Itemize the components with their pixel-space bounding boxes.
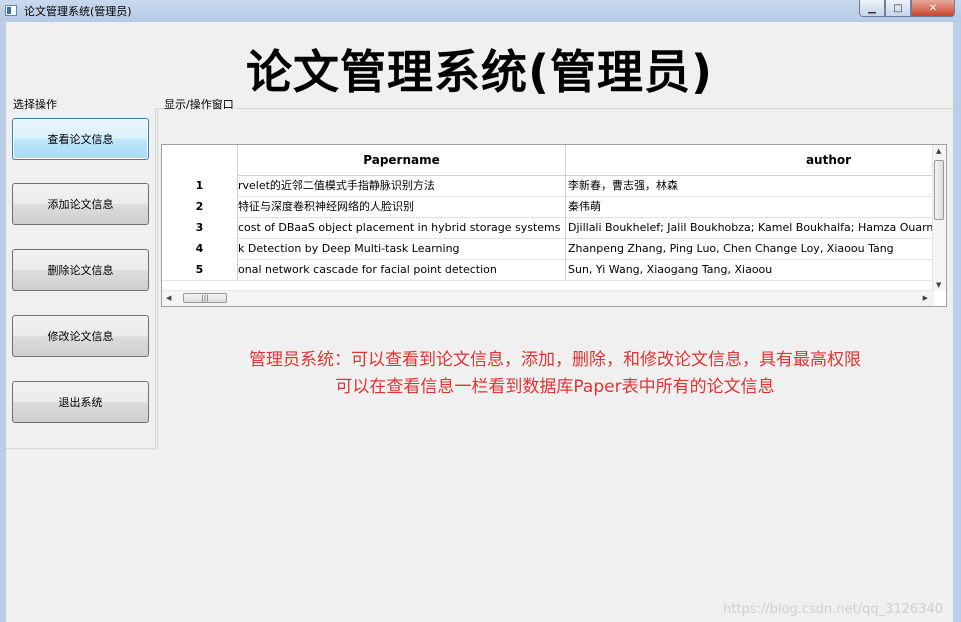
window-frame-right — [953, 22, 961, 622]
column-header-author[interactable]: author — [566, 145, 934, 175]
scroll-up-icon[interactable]: ▲ — [936, 147, 941, 155]
horizontal-scroll-thumb[interactable]: ||| — [183, 293, 227, 303]
cell-author[interactable]: 李新春，曹志强，林森 — [566, 175, 934, 196]
window-title: 论文管理系统(管理员) — [24, 5, 132, 18]
maximize-button[interactable]: □ — [885, 0, 911, 17]
scroll-left-icon[interactable]: ◀ — [166, 294, 171, 302]
table-row[interactable]: 5 onal network cascade for facial point … — [162, 259, 934, 281]
cell-author[interactable]: Zhanpeng Zhang, Ping Luo, Chen Change Lo… — [566, 238, 934, 259]
cell-papername[interactable]: cost of DBaaS object placement in hybrid… — [238, 217, 566, 238]
scroll-right-icon[interactable]: ▶ — [923, 294, 928, 302]
table-header: Papername author — [162, 145, 934, 176]
operations-group-label: 选择操作 — [12, 96, 58, 112]
exit-system-button[interactable]: 退出系统 — [12, 381, 149, 423]
paper-table[interactable]: Papername author 1 rvelet的近邻二值模式手指静脉识别方法… — [161, 144, 947, 307]
vertical-scroll-thumb[interactable] — [934, 160, 944, 220]
cell-papername[interactable]: k Detection by Deep Multi-task Learning — [238, 238, 566, 259]
view-group-label: 显示/操作窗口 — [163, 96, 235, 112]
minimize-button[interactable]: ▁ — [859, 0, 885, 17]
delete-paper-button[interactable]: 删除论文信息 — [12, 249, 149, 291]
title-bar[interactable]: 论文管理系统(管理员) ▁ □ ✕ — [0, 0, 961, 23]
row-number[interactable]: 1 — [162, 175, 238, 196]
page-title: 论文管理系统(管理员) — [245, 45, 714, 99]
table-row[interactable]: 4 k Detection by Deep Multi-task Learnin… — [162, 238, 934, 260]
table-row[interactable]: 2 特征与深度卷积神经网络的人脸识别 秦伟萌 — [162, 196, 934, 218]
cell-author[interactable]: 秦伟萌 — [566, 196, 934, 217]
row-number[interactable]: 5 — [162, 259, 238, 280]
scroll-down-icon[interactable]: ▼ — [936, 281, 941, 289]
add-paper-button[interactable]: 添加论文信息 — [12, 183, 149, 225]
description-line-2: 可以在查看信息一栏看到数据库Paper表中所有的论文信息 — [335, 377, 775, 397]
cell-papername[interactable]: rvelet的近邻二值模式手指静脉识别方法 — [238, 175, 566, 196]
edit-paper-button[interactable]: 修改论文信息 — [12, 315, 149, 357]
cell-author[interactable]: Sun, Yi Wang, Xiaogang Tang, Xiaoou — [566, 259, 934, 280]
row-number[interactable]: 4 — [162, 238, 238, 259]
cell-author[interactable]: Djillali Boukhelef; Jalil Boukhobza; Kam… — [566, 217, 934, 238]
watermark: https://blog.csdn.net/qq_3126340 — [723, 602, 943, 617]
table-row[interactable]: 1 rvelet的近邻二值模式手指静脉识别方法 李新春，曹志强，林森 — [162, 175, 934, 197]
table-row[interactable]: 3 cost of DBaaS object placement in hybr… — [162, 217, 934, 239]
column-header-papername[interactable]: Papername — [238, 145, 566, 175]
description-line-1: 管理员系统：可以查看到论文信息，添加，删除，和修改论文信息，具有最高权限 — [249, 350, 861, 370]
cell-papername[interactable]: 特征与深度卷积神经网络的人脸识别 — [238, 196, 566, 217]
row-number[interactable]: 3 — [162, 217, 238, 238]
close-button[interactable]: ✕ — [911, 0, 955, 17]
cell-papername[interactable]: onal network cascade for facial point de… — [238, 259, 566, 280]
row-number[interactable]: 2 — [162, 196, 238, 217]
view-papers-button[interactable]: 查看论文信息 — [12, 118, 149, 160]
corner-header — [162, 145, 238, 175]
vertical-scrollbar[interactable]: ▲ ▼ — [932, 145, 946, 291]
app-icon — [5, 5, 17, 16]
horizontal-scrollbar[interactable]: ◀ ||| ▶ — [162, 290, 934, 306]
client-area: 论文管理系统(管理员) 选择操作 查看论文信息 添加论文信息 删除论文信息 修改… — [6, 22, 954, 622]
